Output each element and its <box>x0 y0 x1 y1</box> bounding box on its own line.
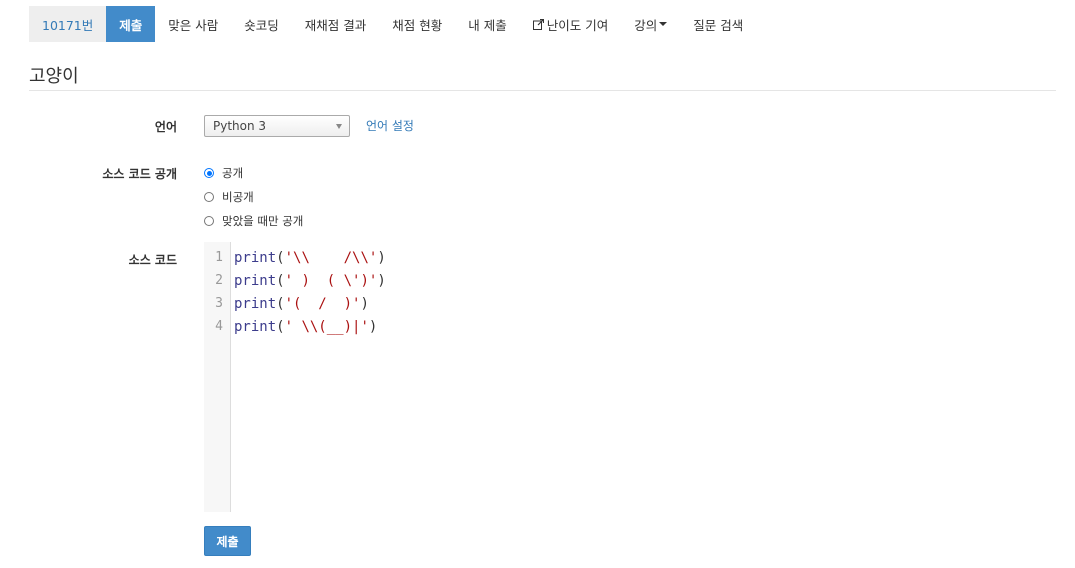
title-divider <box>29 90 1056 91</box>
tab-lectures-label: 강의 <box>634 17 658 33</box>
tab-difficulty-contribution[interactable]: 난이도 기여 <box>520 6 621 42</box>
dropdown-arrow-icon <box>336 124 342 129</box>
code-text: print('( / )') <box>234 295 369 312</box>
tab-accepted-users[interactable]: 맞은 사람 <box>155 6 231 42</box>
language-selected-value: Python 3 <box>213 119 267 133</box>
tab-question-search[interactable]: 질문 검색 <box>680 6 756 42</box>
tab-lectures-dropdown[interactable]: 강의 <box>621 6 680 42</box>
tab-difficulty-label: 난이도 기여 <box>546 17 609 33</box>
language-select[interactable]: Python 3 <box>204 115 350 137</box>
code-line: 4 print(' \\(__)|') <box>204 315 377 338</box>
problem-nav: 10171번 제출 맞은 사람 숏코딩 재채점 결과 채점 현황 내 제출 난이… <box>29 6 756 42</box>
code-text: print('\\ /\\') <box>234 249 386 266</box>
tab-problem-number[interactable]: 10171번 <box>29 6 107 42</box>
visibility-option-accepted-only[interactable]: 맞았을 때만 공개 <box>204 213 303 229</box>
radio-private[interactable] <box>204 192 214 202</box>
tab-rejudge-results[interactable]: 재채점 결과 <box>292 6 379 42</box>
code-line: 2 print(' ) ( \')') <box>204 269 386 292</box>
external-link-icon <box>532 18 544 30</box>
visibility-option-label: 비공개 <box>222 190 254 204</box>
visibility-option-public[interactable]: 공개 <box>204 165 243 181</box>
line-number: 3 <box>215 296 223 311</box>
visibility-option-private[interactable]: 비공개 <box>204 189 254 205</box>
language-settings-link[interactable]: 언어 설정 <box>366 117 414 134</box>
page-title: 고양이 <box>29 66 79 87</box>
visibility-option-label: 공개 <box>222 166 244 180</box>
line-number: 4 <box>215 319 223 334</box>
tab-short-coding[interactable]: 숏코딩 <box>231 6 292 42</box>
tab-my-submissions[interactable]: 내 제출 <box>455 6 519 42</box>
code-line: 1 print('\\ /\\') <box>204 246 386 269</box>
code-text: print(' ) ( \')') <box>234 272 386 289</box>
radio-accepted-only[interactable] <box>204 216 214 226</box>
code-text: print(' \\(__)|') <box>234 318 378 335</box>
visibility-option-label: 맞았을 때만 공개 <box>222 214 304 228</box>
line-number: 1 <box>215 250 223 265</box>
language-label: 언어 <box>154 120 177 134</box>
submit-button[interactable]: 제출 <box>204 526 251 556</box>
caret-down-icon <box>659 22 668 26</box>
code-editor[interactable]: 1 print('\\ /\\') 2 print(' ) ( \')') 3 … <box>204 242 1054 512</box>
tab-submit[interactable]: 제출 <box>106 6 156 42</box>
line-number: 2 <box>215 273 223 288</box>
tab-judge-status[interactable]: 채점 현황 <box>379 6 455 42</box>
visibility-label: 소스 코드 공개 <box>102 167 177 181</box>
source-code-label: 소스 코드 <box>128 253 177 267</box>
radio-public[interactable] <box>204 168 214 178</box>
code-line: 3 print('( / )') <box>204 292 369 315</box>
